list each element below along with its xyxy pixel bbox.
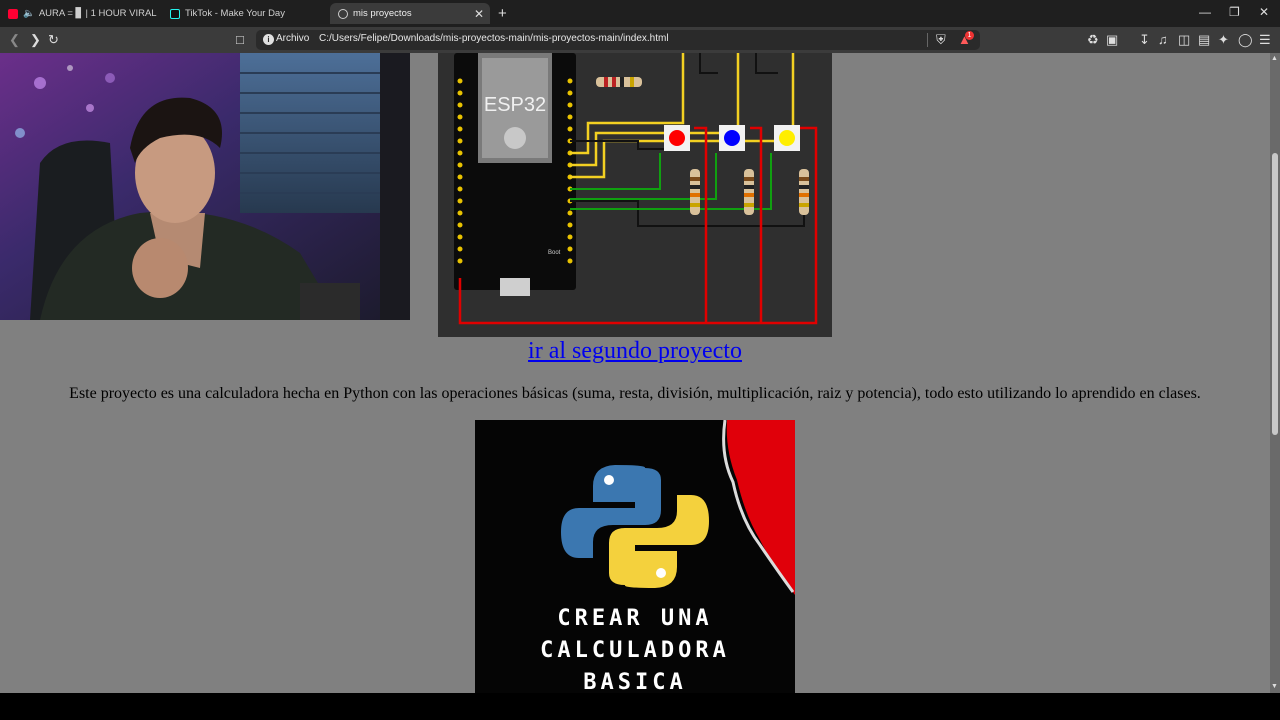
rewards-badge: 1 — [965, 31, 974, 40]
youtube-icon — [8, 8, 18, 19]
second-project-link[interactable]: ir al segundo proyecto — [0, 338, 1270, 365]
esp32-circuit-picture: ESP32 Boot — [438, 53, 832, 337]
tiktok-icon — [170, 8, 180, 19]
tab-title: AURA = ▊ | 1 HOUR VIRAL AUR — [38, 8, 158, 19]
scroll-up-icon[interactable]: ▲ — [1271, 55, 1278, 62]
download-icon[interactable]: ↧ — [1139, 32, 1150, 48]
image-text-line-1: CREAR UNA — [557, 606, 713, 631]
forward-arrow-icon[interactable]: ❯ — [30, 32, 41, 48]
page-scrollbar[interactable]: ▲ ▼ — [1270, 53, 1280, 693]
image-text-line-2: CALCULADORA — [540, 638, 730, 663]
minimize-icon[interactable]: — — [1199, 5, 1211, 19]
bookmark-icon[interactable]: □ — [236, 32, 244, 48]
wallet-icon[interactable]: ▤ — [1198, 32, 1210, 48]
speaker-icon[interactable]: 🔈 — [23, 8, 35, 19]
window-close-icon[interactable]: ✕ — [1259, 5, 1269, 19]
extensions-icon[interactable]: ♻ — [1087, 32, 1099, 48]
scrollbar-thumb[interactable] — [1272, 153, 1278, 435]
scroll-down-icon[interactable]: ▼ — [1271, 683, 1278, 690]
divider — [927, 33, 928, 47]
back-arrow-icon[interactable]: ❮ — [9, 32, 20, 48]
webcam-overlay — [0, 53, 410, 320]
protocol-label: Archivo — [276, 33, 310, 44]
tab-title: mis proyectos — [353, 8, 412, 19]
leo-ai-icon[interactable]: ✦ — [1218, 32, 1229, 48]
restore-icon[interactable]: ❐ — [1229, 5, 1240, 19]
menu-icon[interactable]: ☰ — [1259, 32, 1271, 48]
tab-strip: 🔈 AURA = ▊ | 1 HOUR VIRAL AUR TikTok - M… — [0, 0, 1280, 27]
tab-title: TikTok - Make Your Day — [185, 8, 285, 19]
project-description: Este proyecto es una calculadora hecha e… — [69, 385, 1201, 402]
brave-shield-icon[interactable]: ⛨ — [936, 32, 946, 48]
tab-youtube[interactable]: 🔈 AURA = ▊ | 1 HOUR VIRAL AUR — [8, 3, 158, 24]
vpn-shield-icon[interactable]: ◯ — [1238, 32, 1253, 48]
address-bar[interactable]: i Archivo C:/Users/Felipe/Downloads/mis-… — [256, 30, 980, 50]
page-viewport: ESP32 Boot ir al segundo proyecto Este p… — [0, 53, 1270, 693]
close-tab-icon[interactable]: ✕ — [474, 7, 484, 21]
webcam-picture — [0, 53, 410, 320]
screenshot-icon[interactable]: ▣ — [1106, 32, 1118, 48]
info-icon[interactable]: i — [263, 34, 274, 45]
circuit-image: ESP32 Boot — [438, 53, 832, 337]
tab-mis-proyectos[interactable]: mis proyectos ✕ — [330, 3, 490, 24]
url-text[interactable]: C:/Users/Felipe/Downloads/mis-proyectos-… — [319, 33, 669, 44]
sidebar-icon[interactable]: ◫ — [1178, 32, 1190, 48]
python-calculator-image: CREAR UNA CALCULADORA BASICA — [475, 420, 795, 693]
bottom-bar — [0, 693, 1280, 720]
board-label: ESP32 — [484, 94, 546, 116]
image-text-line-3: BASICA — [583, 670, 687, 693]
globe-icon — [338, 8, 348, 19]
new-tab-icon[interactable]: + — [498, 5, 507, 22]
reload-icon[interactable]: ↻ — [48, 32, 59, 48]
tab-tiktok[interactable]: TikTok - Make Your Day — [170, 3, 320, 24]
navigation-toolbar: ❮ ❯ ↻ □ i Archivo C:/Users/Felipe/Downlo… — [0, 27, 1280, 53]
boot-label: Boot — [548, 250, 561, 256]
music-icon[interactable]: ♫ — [1158, 32, 1168, 48]
